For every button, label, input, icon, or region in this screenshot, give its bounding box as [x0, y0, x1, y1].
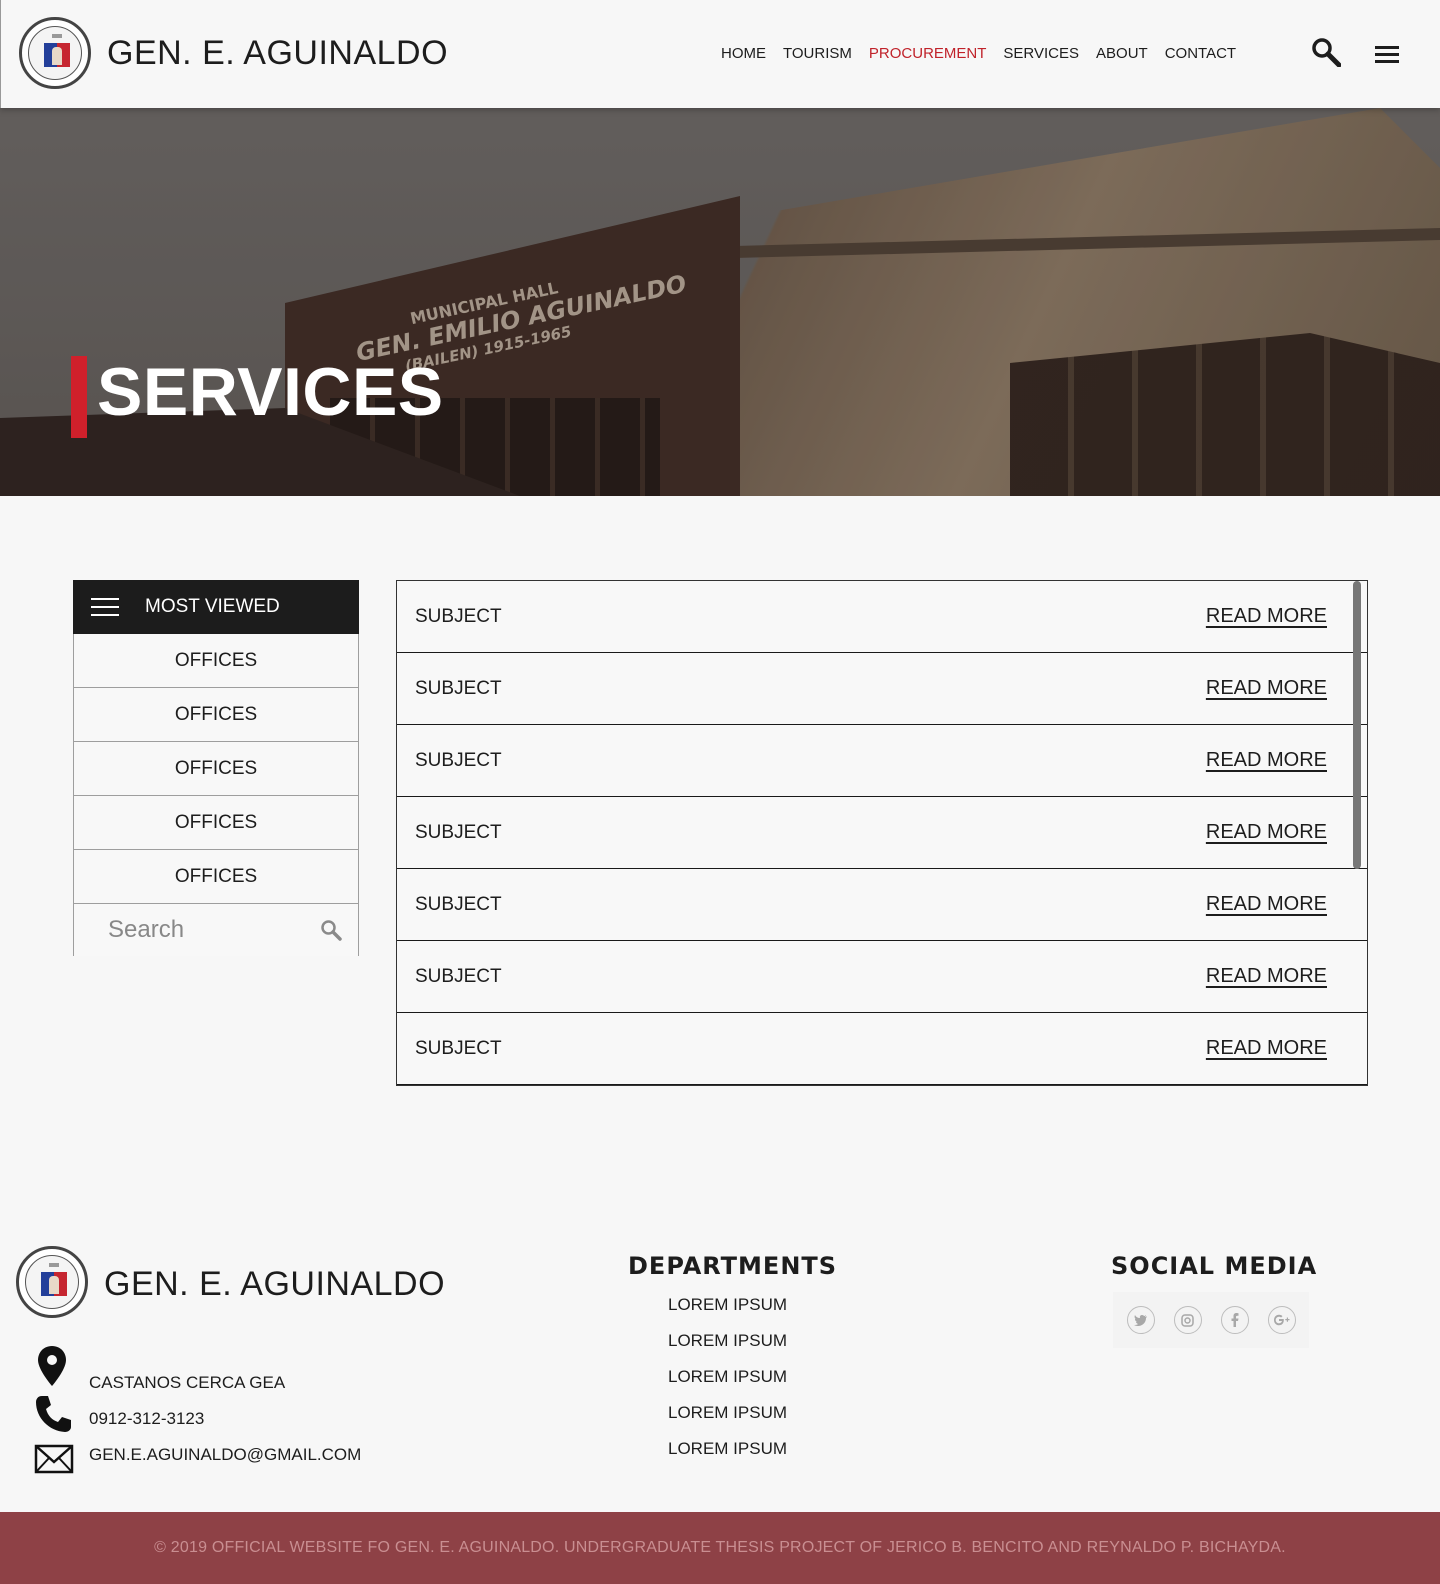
sidebar-item-offices[interactable]: OFFICES [73, 742, 359, 796]
list-item: SUBJECT READ MORE [397, 725, 1367, 797]
google-plus-icon[interactable] [1267, 1306, 1296, 1334]
mail-icon [34, 1444, 74, 1474]
sidebar-search [73, 904, 359, 956]
list-scrollbar[interactable] [1353, 581, 1361, 869]
list-item: SUBJECT READ MORE [397, 653, 1367, 725]
search-icon[interactable] [320, 919, 342, 941]
footer-brand: GEN. E. AGUINALDO [104, 1265, 446, 1303]
sidebar-item-offices[interactable]: OFFICES [73, 634, 359, 688]
location-pin-icon [38, 1346, 66, 1386]
main-nav: HOME TOURISM PROCUREMENT SERVICES ABOUT … [721, 45, 1253, 62]
copyright-bar: © 2019 OFFICIAL WEBSITE FO GEN. E. AGUIN… [0, 1512, 1440, 1584]
read-more-link[interactable]: READ MORE [1206, 893, 1327, 916]
services-list: SUBJECT READ MORE SUBJECT READ MORE SUBJ… [396, 580, 1368, 1086]
read-more-link[interactable]: READ MORE [1206, 749, 1327, 772]
nav-tourism[interactable]: TOURISM [783, 45, 852, 62]
hero-banner: MUNICIPAL HALL GEN. EMILIO AGUINALDO (BA… [0, 108, 1440, 496]
department-link[interactable]: LOREM IPSUM [668, 1295, 787, 1331]
phone-icon [36, 1396, 71, 1432]
nav-procurement[interactable]: PROCUREMENT [869, 45, 987, 62]
read-more-link[interactable]: READ MORE [1206, 821, 1327, 844]
subject-label: SUBJECT [415, 1037, 502, 1059]
sidebar-search-input[interactable] [108, 914, 308, 946]
twitter-icon[interactable] [1126, 1306, 1155, 1334]
site-header: GEN. E. AGUINALDO HOME TOURISM PROCUREME… [0, 0, 1440, 108]
departments-title: DEPARTMENTS [628, 1252, 838, 1280]
search-icon[interactable] [1311, 37, 1341, 67]
read-more-link[interactable]: READ MORE [1206, 965, 1327, 988]
facebook-icon[interactable] [1220, 1306, 1249, 1334]
site-brand[interactable]: GEN. E. AGUINALDO [107, 34, 448, 73]
footer-phone[interactable]: 0912-312-3123 [89, 1409, 204, 1429]
read-more-link[interactable]: READ MORE [1206, 605, 1327, 628]
nav-home[interactable]: HOME [721, 45, 766, 62]
municipal-seal-logo[interactable] [19, 17, 91, 89]
sidebar-item-offices[interactable]: OFFICES [73, 850, 359, 904]
sidebar-item-offices[interactable]: OFFICES [73, 796, 359, 850]
department-link[interactable]: LOREM IPSUM [668, 1367, 787, 1403]
list-item: SUBJECT READ MORE [397, 581, 1367, 653]
social-media-title: SOCIAL MEDIA [1111, 1252, 1318, 1280]
page-title: SERVICES [97, 354, 444, 430]
list-item: SUBJECT READ MORE [397, 797, 1367, 869]
social-media-icons [1113, 1292, 1309, 1348]
list-item: SUBJECT READ MORE [397, 1013, 1367, 1085]
department-link[interactable]: LOREM IPSUM [668, 1439, 787, 1475]
most-viewed-header[interactable]: MOST VIEWED [73, 580, 359, 634]
department-link[interactable]: LOREM IPSUM [668, 1331, 787, 1367]
subject-label: SUBJECT [415, 965, 502, 987]
hamburger-icon [91, 598, 119, 616]
read-more-link[interactable]: READ MORE [1206, 677, 1327, 700]
menu-icon[interactable] [1375, 46, 1399, 64]
most-viewed-sidebar: MOST VIEWED OFFICES OFFICES OFFICES OFFI… [73, 580, 359, 956]
read-more-link[interactable]: READ MORE [1206, 1037, 1327, 1060]
nav-about[interactable]: ABOUT [1096, 45, 1148, 62]
copyright-text: © 2019 OFFICIAL WEBSITE FO GEN. E. AGUIN… [154, 1539, 1286, 1556]
department-link[interactable]: LOREM IPSUM [668, 1403, 787, 1439]
footer-address: CASTANOS CERCA GEA [89, 1373, 286, 1392]
list-item: SUBJECT READ MORE [397, 941, 1367, 1013]
subject-label: SUBJECT [415, 821, 502, 843]
subject-label: SUBJECT [415, 893, 502, 915]
sidebar-item-offices[interactable]: OFFICES [73, 688, 359, 742]
title-accent-bar [71, 356, 87, 438]
nav-contact[interactable]: CONTACT [1165, 45, 1236, 62]
subject-label: SUBJECT [415, 605, 502, 627]
list-item: SUBJECT READ MORE [397, 869, 1367, 941]
footer-email[interactable]: GEN.E.AGUINALDO@GMAIL.COM [89, 1445, 361, 1465]
departments-list: LOREM IPSUM LOREM IPSUM LOREM IPSUM LORE… [668, 1295, 787, 1475]
most-viewed-label: MOST VIEWED [145, 596, 280, 617]
instagram-icon[interactable] [1173, 1306, 1202, 1334]
subject-label: SUBJECT [415, 677, 502, 699]
nav-services[interactable]: SERVICES [1003, 45, 1079, 62]
footer-seal-logo [16, 1246, 88, 1318]
subject-label: SUBJECT [415, 749, 502, 771]
